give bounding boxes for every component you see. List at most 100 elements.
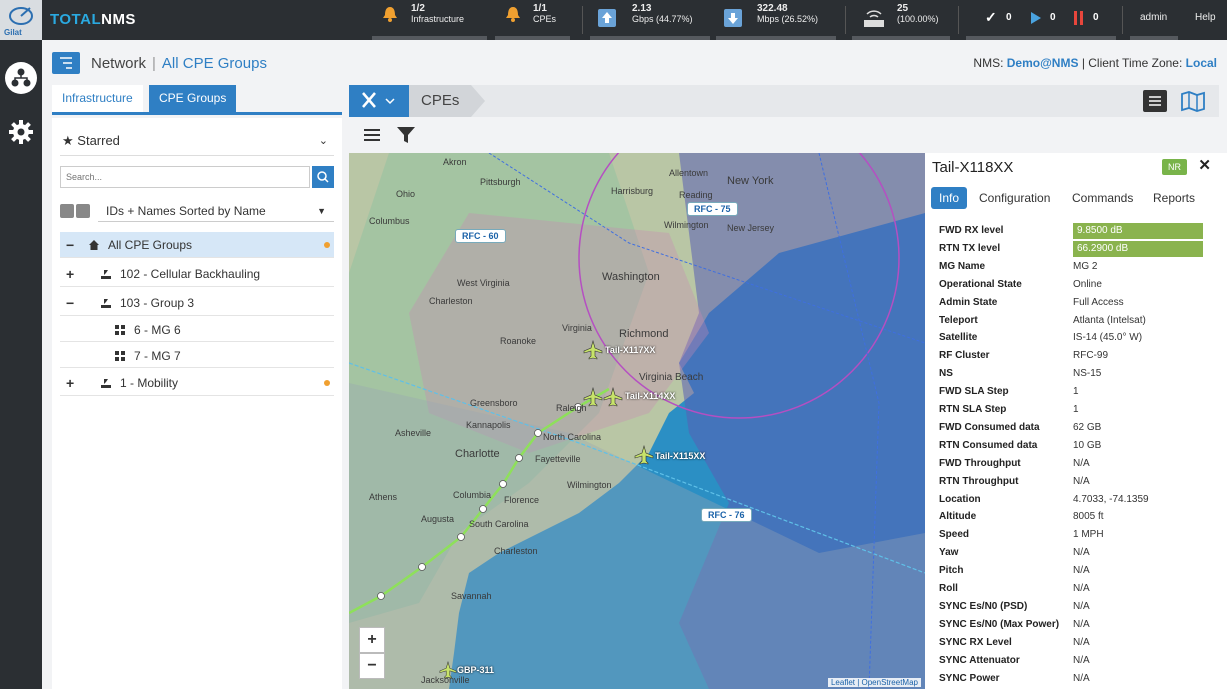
detail-value: N/A	[1073, 618, 1090, 630]
map-city-label: South Carolina	[469, 519, 529, 529]
network-button[interactable]	[5, 62, 37, 94]
detail-key: Pitch	[939, 565, 964, 577]
detail-row: Roll N/A	[939, 580, 1224, 598]
map-city-label: Augusta	[421, 514, 455, 524]
tree-row-mg[interactable]: 7 - MG 7	[60, 343, 334, 368]
tree-row-group[interactable]: + 1 - Mobility	[60, 370, 334, 396]
map-city-label: Columbia	[453, 490, 492, 500]
detail-row: Satellite IS-14 (45.0° W)	[939, 329, 1224, 347]
detail-row: Speed 1 MPH	[939, 526, 1224, 544]
pause-count[interactable]: 0	[1093, 12, 1099, 23]
plane-label[interactable]: Tail-X115XX	[655, 451, 705, 461]
zoom-in-button[interactable]: +	[359, 627, 385, 653]
tools-dropdown-button[interactable]	[349, 85, 409, 117]
rtn-throughput[interactable]: 322.48 Mbps (26.52%)	[757, 3, 818, 37]
tree-row-group[interactable]: − 103 - Group 3	[60, 290, 334, 316]
detail-key: Satellite	[939, 332, 978, 344]
cpe-title: CPEs	[421, 92, 460, 109]
detail-value: 8005 ft	[1073, 511, 1104, 523]
detail-row: RF Cluster RFC-99	[939, 347, 1224, 365]
list-view-button[interactable]	[1143, 90, 1167, 112]
detail-row: FWD SLA Step 1	[939, 383, 1224, 401]
map-city-label: New Jersey	[727, 223, 775, 233]
sort-toggle-icons[interactable]	[60, 204, 92, 218]
search-input[interactable]	[60, 166, 310, 188]
detail-key: Teleport	[939, 314, 978, 326]
group-icon	[101, 379, 111, 388]
collapse-panel-button[interactable]	[52, 52, 80, 74]
detail-value: N/A	[1073, 636, 1090, 648]
nms-info: NMS: Demo@NMS | Client Time Zone: Local	[973, 56, 1217, 70]
rfc-label[interactable]: RFC - 75	[687, 202, 738, 216]
tab-info[interactable]: Info	[931, 187, 968, 209]
zoom-out-button[interactable]: −	[359, 653, 385, 679]
tab-commands[interactable]: Commands	[1072, 187, 1133, 209]
tab-configuration[interactable]: Configuration	[979, 187, 1050, 209]
map-city-label: Greensboro	[470, 398, 518, 408]
plane-label[interactable]: GBP-311	[457, 665, 494, 675]
close-icon[interactable]: ✕	[1198, 156, 1211, 174]
detail-key: SYNC Es/N0 (PSD)	[939, 600, 1028, 612]
plane-icon[interactable]	[583, 387, 603, 407]
detail-value: 1 MPH	[1073, 529, 1104, 541]
detail-row: Operational State Online	[939, 276, 1224, 294]
detail-row: MG Name MG 2	[939, 258, 1224, 276]
detail-row: Altitude 8005 ft	[939, 508, 1224, 526]
gilat-logo[interactable]: Gilat	[0, 0, 42, 40]
map-city-label: Fayetteville	[535, 454, 581, 464]
tree-row-mg[interactable]: 6 - MG 6	[60, 317, 334, 342]
tab-underline	[1130, 36, 1178, 40]
fwd-throughput[interactable]: 2.13 Gbps (44.77%)	[632, 3, 693, 37]
starred-dropdown[interactable]: ★ Starred ⌄	[60, 126, 334, 156]
detail-key: FWD SLA Step	[939, 386, 1009, 398]
plane-label[interactable]: Tail-X114XX	[625, 391, 675, 401]
rfc-label[interactable]: RFC - 60	[455, 229, 506, 243]
plane-icon[interactable]	[603, 387, 623, 407]
plane-icon[interactable]	[583, 340, 603, 360]
tab-reports[interactable]: Reports	[1153, 187, 1195, 209]
map-city-label: Charleston	[494, 546, 538, 556]
filter-icon[interactable]	[396, 126, 416, 144]
status-badge: NR	[1162, 159, 1187, 175]
plane-label[interactable]: Tail-X117XX	[605, 345, 655, 355]
ok-count[interactable]: 0	[1006, 12, 1012, 23]
cpe-alarms[interactable]: 1/1 CPEs	[533, 3, 556, 37]
map-view-icon[interactable]	[1179, 89, 1207, 113]
star-icon: ★	[62, 133, 74, 148]
map-canvas[interactable]	[349, 153, 925, 689]
sort-select[interactable]: IDs + Names Sorted by Name ▼	[98, 200, 334, 222]
search-button[interactable]	[312, 166, 334, 188]
tree-row-all-cpe-groups[interactable]: − All CPE Groups	[60, 232, 334, 258]
map-city-label: Allentown	[669, 168, 709, 178]
detail-row: RTN SLA Step 1	[939, 401, 1224, 419]
tree-row-group[interactable]: + 102 - Cellular Backhauling	[60, 261, 334, 287]
map-view[interactable]: Akron Pittsburgh Allentown New York Ohio…	[349, 153, 925, 689]
plane-icon[interactable]	[634, 445, 654, 465]
expand-toggle[interactable]: +	[66, 370, 74, 396]
gear-icon[interactable]	[8, 119, 34, 145]
timezone-link[interactable]: Local	[1186, 56, 1217, 70]
detail-key: RF Cluster	[939, 350, 990, 362]
infrastructure-alarms[interactable]: 1/2 Infrastructure	[411, 3, 464, 37]
rfc-label[interactable]: RFC - 76	[701, 508, 752, 522]
map-attribution[interactable]: Leaflet | OpenStreetMap	[827, 678, 921, 687]
collapse-toggle[interactable]: −	[66, 232, 74, 258]
plane-icon[interactable]	[439, 661, 457, 679]
layers-icon[interactable]	[362, 126, 382, 144]
terminals-online[interactable]: 25 (100.00%)	[897, 3, 939, 37]
help-link[interactable]: Help	[1195, 12, 1216, 23]
play-count[interactable]: 0	[1050, 12, 1056, 23]
divider	[845, 6, 846, 34]
nms-link[interactable]: Demo@NMS	[1007, 56, 1079, 70]
detail-row: FWD Throughput N/A	[939, 455, 1224, 473]
tab-cpe-groups[interactable]: CPE Groups	[149, 85, 237, 112]
detail-value: Full Access	[1073, 296, 1124, 308]
top-bar: Gilat TOTALNMS 1/2 Infrastructure 1/1 CP…	[0, 0, 1227, 40]
tab-infrastructure[interactable]: Infrastructure	[52, 85, 143, 112]
user-menu[interactable]: admin	[1140, 12, 1167, 23]
collapse-toggle[interactable]: −	[66, 290, 74, 316]
breadcrumb-root[interactable]: Network	[91, 55, 146, 72]
map-city-label: New York	[727, 175, 774, 187]
expand-toggle[interactable]: +	[66, 261, 74, 287]
detail-row: SYNC Es/N0 (Max Power) N/A	[939, 616, 1224, 634]
